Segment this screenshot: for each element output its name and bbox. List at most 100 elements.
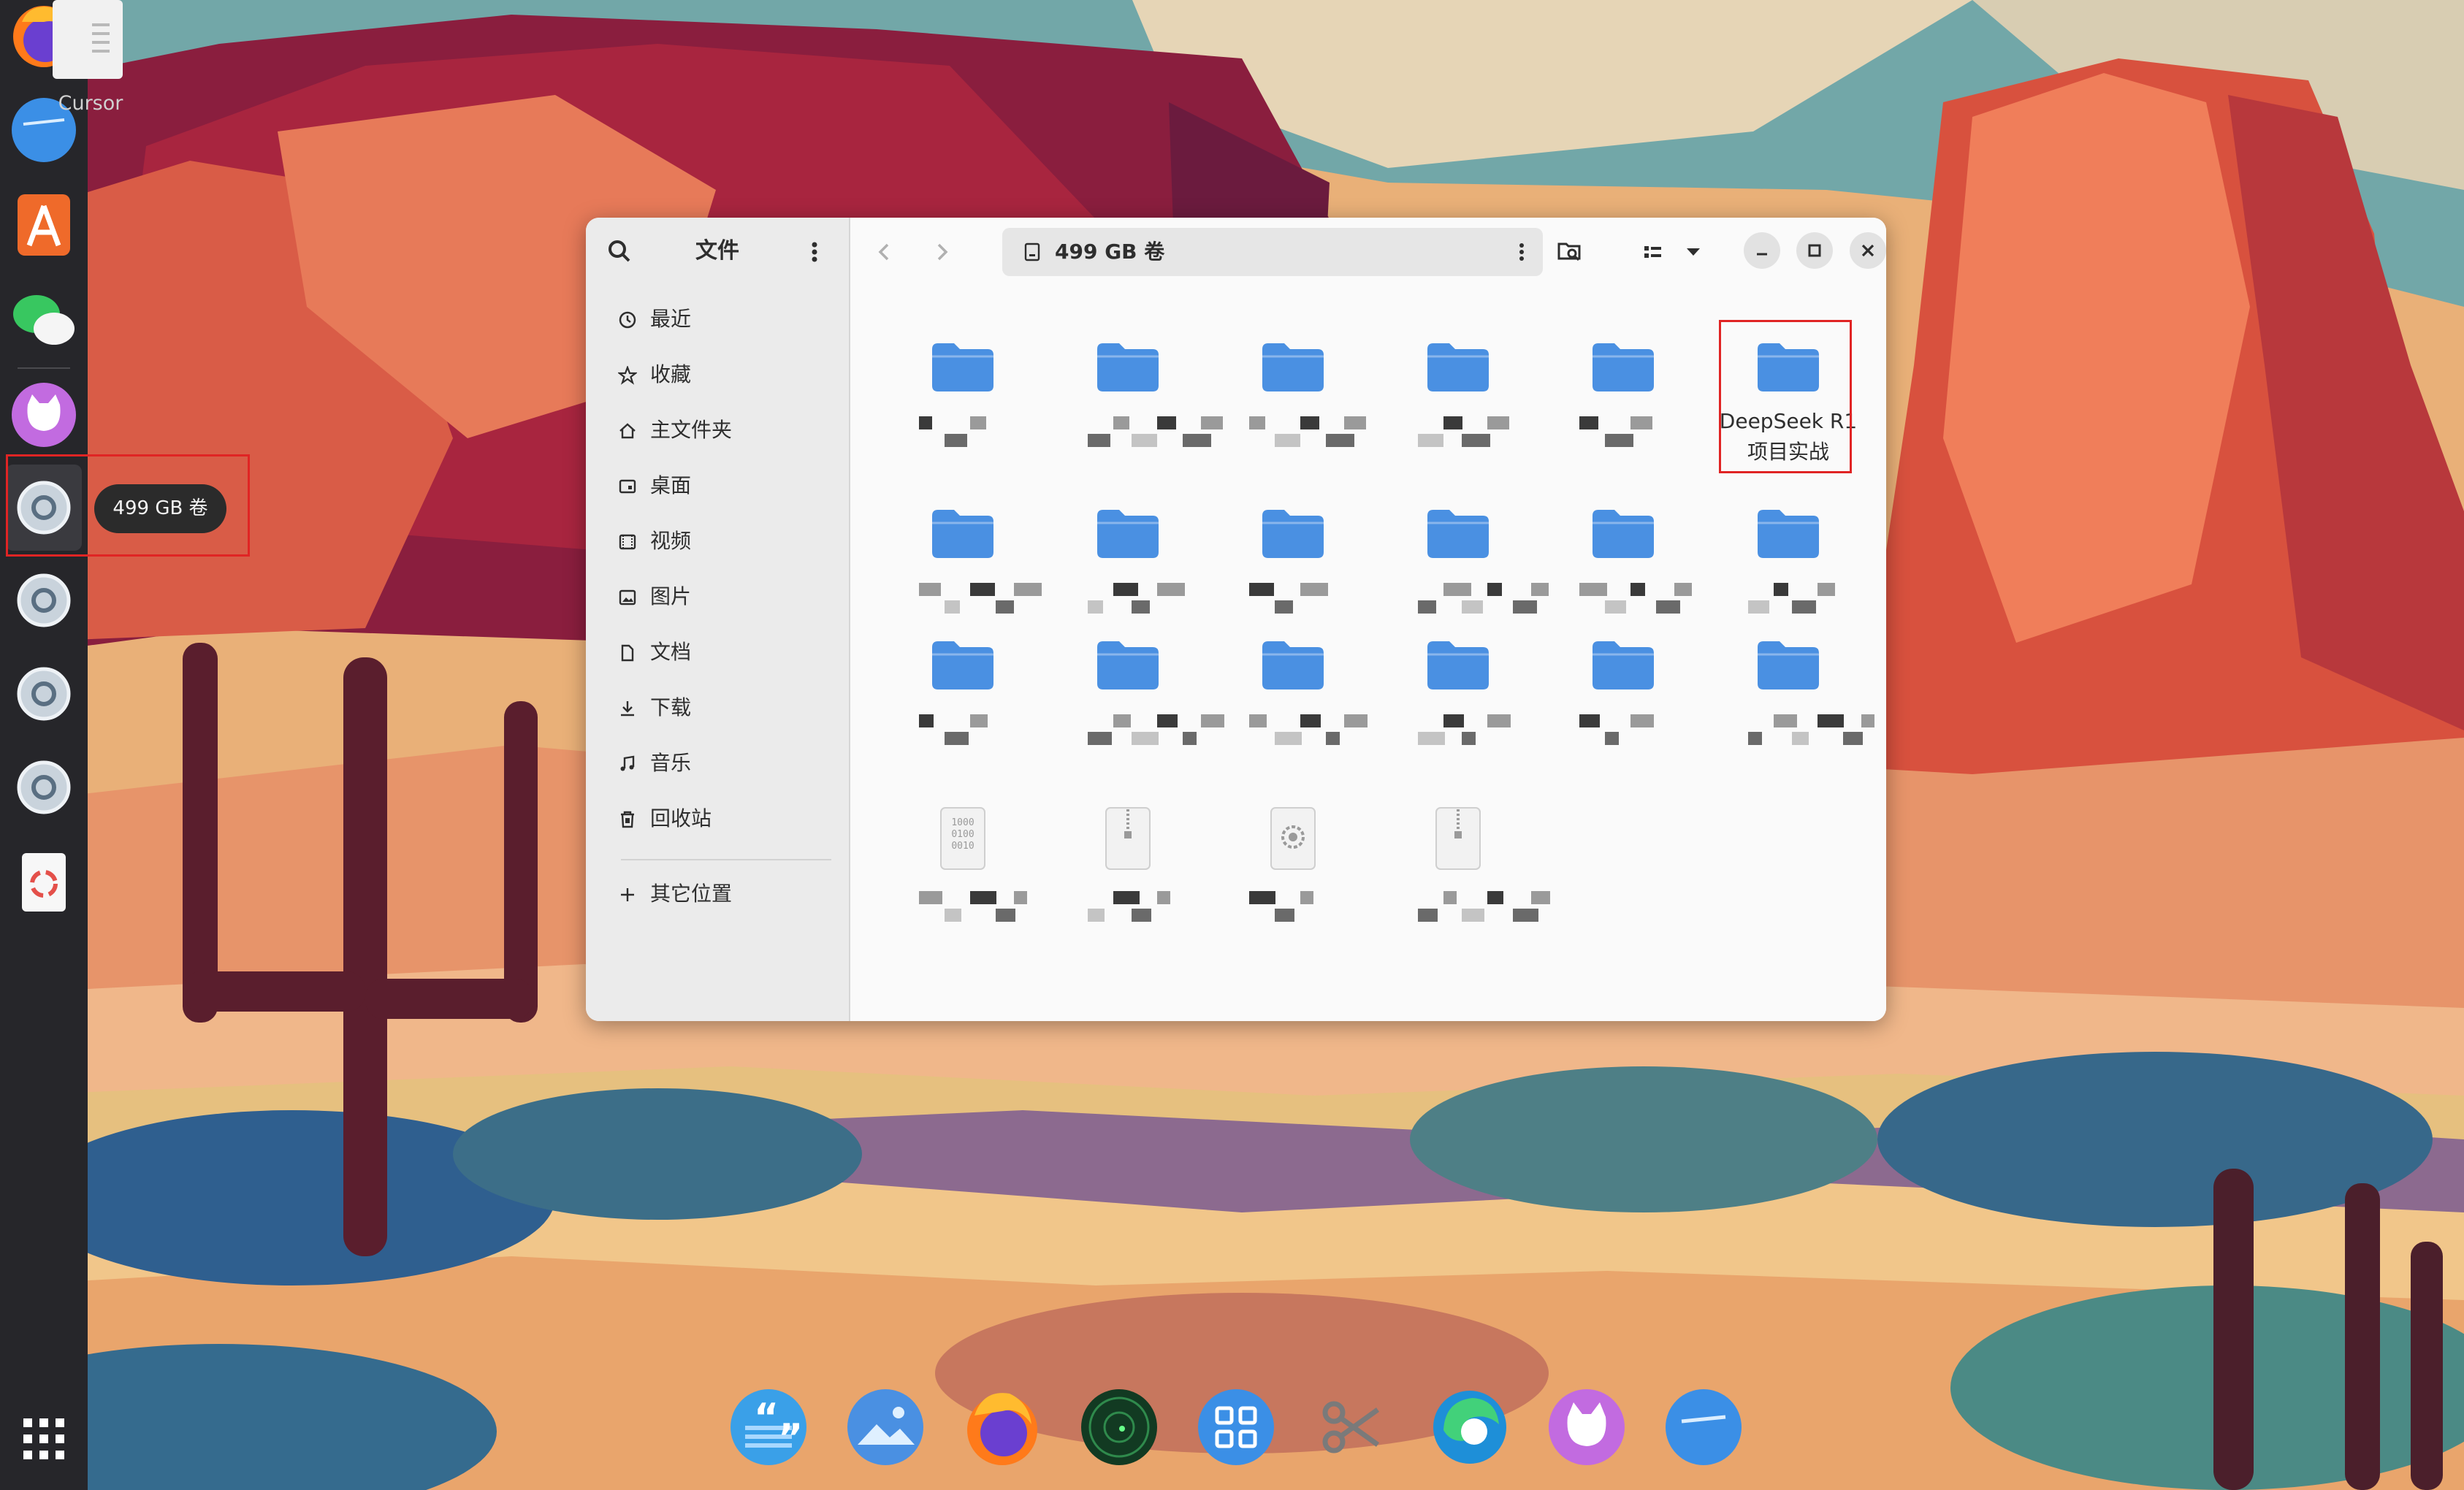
plus-icon <box>621 888 634 901</box>
folder-item[interactable] <box>1385 494 1549 647</box>
redacted-pixel <box>1418 434 1443 447</box>
sidebar-item-videos[interactable]: 视频 <box>603 520 831 562</box>
binary-file-icon: 100001000010 <box>940 807 985 870</box>
folder-item[interactable] <box>1550 625 1696 779</box>
edge-browser-icon[interactable] <box>1429 1386 1511 1468</box>
redacted-pixel <box>1249 891 1275 904</box>
cat-app-icon[interactable] <box>7 378 80 451</box>
redacted-pixel <box>1748 732 1762 745</box>
redacted-pixel <box>1792 732 1809 745</box>
trash-icon[interactable] <box>7 846 80 919</box>
redacted-pixel <box>1462 909 1484 922</box>
redacted-pixel <box>1249 416 1265 429</box>
firefox-icon[interactable] <box>961 1386 1043 1468</box>
app-store-icon[interactable] <box>7 188 80 261</box>
sidebar-item-trash[interactable]: 回收站 <box>603 798 831 840</box>
location-bar[interactable]: 499 GB 卷 <box>1002 228 1543 276</box>
redacted-pixel <box>945 732 969 745</box>
folder-item[interactable] <box>1385 327 1531 481</box>
folder-item[interactable] <box>1220 625 1368 779</box>
back-icon[interactable] <box>866 234 903 270</box>
redacted-pixel <box>1418 600 1436 614</box>
sidebar-item-music[interactable]: 音乐 <box>603 742 831 784</box>
trash-icon <box>621 811 634 828</box>
desktop-icon <box>619 479 636 494</box>
sidebar-item-desktop[interactable]: 桌面 <box>603 465 831 507</box>
sidebar-item-recent[interactable]: 最近 <box>603 298 831 340</box>
sidebar-divider <box>621 859 831 860</box>
folder-item[interactable] <box>1055 625 1224 779</box>
sidebar-item-label: 文档 <box>650 640 692 664</box>
sidebar-item-starred[interactable]: 收藏 <box>603 354 831 396</box>
sidebar-item-label: 其它位置 <box>650 882 733 906</box>
desktop-file-icon[interactable] <box>53 0 123 79</box>
sidebar-item-documents[interactable]: 文档 <box>603 631 831 673</box>
file-item[interactable] <box>1385 802 1550 955</box>
search-folder-icon[interactable] <box>1552 234 1588 270</box>
file-item[interactable] <box>1220 802 1366 955</box>
folder-item[interactable] <box>1220 327 1366 481</box>
redacted-pixel <box>1487 416 1509 429</box>
sidebar-item-downloads[interactable]: 下载 <box>603 687 831 729</box>
redacted-pixel <box>996 909 1015 922</box>
redacted-pixel <box>1157 416 1176 429</box>
redacted-pixel <box>1605 600 1626 614</box>
folder-item[interactable] <box>890 327 1036 481</box>
radar-app-icon[interactable] <box>1078 1386 1160 1468</box>
wechat-icon[interactable] <box>7 283 80 356</box>
redacted-pixel <box>1418 732 1445 745</box>
svg-text:0100: 0100 <box>951 829 974 840</box>
folder-item[interactable] <box>1550 327 1696 481</box>
folder-icon <box>932 641 993 689</box>
folder-item[interactable] <box>1385 625 1531 779</box>
scissors-icon[interactable] <box>1312 1386 1394 1468</box>
files-icon[interactable] <box>1663 1386 1744 1468</box>
folder-item[interactable] <box>1055 327 1223 481</box>
redacted-pixel <box>1579 583 1607 596</box>
redacted-pixel <box>1275 434 1300 447</box>
view-options-icon[interactable] <box>1675 234 1712 270</box>
folder-item[interactable] <box>1715 494 1861 647</box>
folder-item[interactable] <box>1055 494 1201 647</box>
file-item[interactable]: 1000 0100 0010 <box>890 802 1036 955</box>
list-view-icon[interactable] <box>1634 234 1671 270</box>
location-menu-icon[interactable] <box>1506 237 1537 267</box>
sidebar-item-other-locations[interactable]: 其它位置 <box>603 873 831 915</box>
image-viewer-icon[interactable] <box>844 1386 926 1468</box>
redacted-pixel <box>1157 891 1170 904</box>
sidebar-item-pictures[interactable]: 图片 <box>603 576 831 618</box>
folder-item[interactable] <box>1715 625 1874 779</box>
redacted-pixel <box>970 416 986 429</box>
search-icon[interactable] <box>602 234 638 270</box>
more-menu-icon[interactable] <box>796 234 833 270</box>
minimize-button[interactable] <box>1744 232 1780 269</box>
folder-icon <box>1758 510 1819 558</box>
forward-icon[interactable] <box>923 234 960 270</box>
file-item[interactable] <box>1055 802 1201 955</box>
app-center-icon[interactable] <box>1195 1386 1277 1468</box>
folder-item[interactable] <box>890 494 1042 647</box>
redacted-pixel <box>1113 416 1129 429</box>
sidebar-item-home[interactable]: 主文件夹 <box>603 409 831 451</box>
folder-item[interactable] <box>890 625 1036 779</box>
redacted-pixel <box>1344 714 1368 727</box>
redacted-pixel <box>1487 714 1511 727</box>
drive-icon[interactable] <box>7 564 80 637</box>
app-grid-icon[interactable] <box>7 1402 80 1475</box>
close-button[interactable] <box>1850 232 1886 269</box>
cat-app-icon[interactable] <box>1546 1386 1628 1468</box>
folder-item[interactable] <box>1220 494 1366 647</box>
folder-icon <box>1097 343 1159 391</box>
drive-icon[interactable] <box>7 657 80 730</box>
redacted-pixel <box>1157 583 1185 596</box>
redacted-pixel <box>1579 416 1598 429</box>
drive-icon[interactable] <box>7 751 80 824</box>
drive-small-icon <box>1024 242 1040 261</box>
redacted-pixel <box>1462 732 1476 745</box>
redacted-pixel <box>1462 434 1490 447</box>
quote-app-icon[interactable]: “„ <box>728 1386 809 1468</box>
redacted-pixel <box>945 909 961 922</box>
folder-item[interactable] <box>1550 494 1696 647</box>
maximize-button[interactable] <box>1796 232 1833 269</box>
image-icon <box>619 589 636 605</box>
